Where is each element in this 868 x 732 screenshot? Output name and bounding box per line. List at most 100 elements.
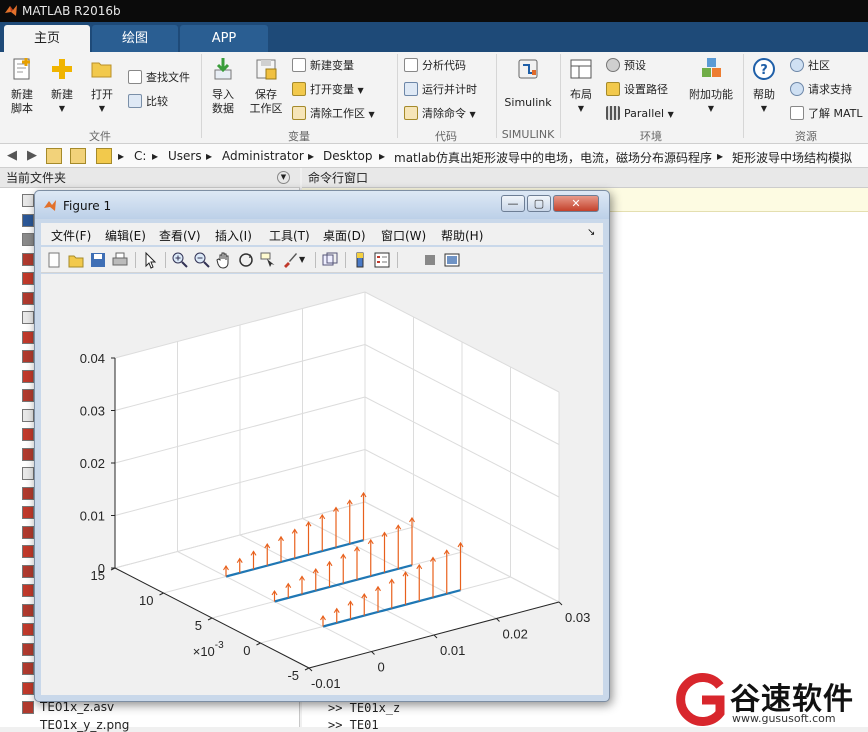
breadcrumb-current-folder[interactable]: 矩形波导中场结构模拟 (732, 149, 852, 166)
select-arrow-icon[interactable] (141, 251, 159, 269)
breadcrumb-project-folder[interactable]: matlab仿真出矩形波导中的电场，电流，磁场分布源码程序 (394, 149, 712, 166)
breadcrumb-separator: ▸ (206, 149, 213, 163)
tab-home[interactable]: 主页 (4, 25, 90, 52)
open-button[interactable]: 打开 ▼ (86, 56, 118, 116)
quiver3-plot[interactable]: -0.0100.010.020.03-505101500.010.020.030… (41, 274, 603, 695)
save-workspace-button[interactable]: 保存 工作区 (246, 56, 286, 116)
new-button[interactable]: 新建 ▼ (46, 56, 78, 116)
print-icon[interactable] (111, 251, 129, 269)
help-button[interactable]: ? 帮助 ▼ (748, 56, 780, 116)
clear-workspace-button[interactable]: 清除工作区 ▼ (292, 106, 375, 124)
y-tick-mark (159, 592, 164, 596)
dock-arrow-icon[interactable]: ↘ (587, 227, 595, 238)
parallel-button[interactable]: Parallel ▼ (606, 106, 674, 124)
up-folder-icon[interactable] (46, 148, 62, 164)
toolbar-separator (135, 252, 136, 268)
file-type-icon (22, 272, 34, 285)
forward-arrow-icon[interactable]: ▶ (24, 148, 40, 164)
panel-menu-icon[interactable]: ▼ (277, 171, 290, 184)
compare-button[interactable]: 比较 (128, 94, 168, 112)
open-file-icon[interactable] (67, 251, 85, 269)
save-figure-icon[interactable] (89, 251, 107, 269)
brush-icon[interactable] (281, 251, 299, 269)
new-figure-icon[interactable] (45, 251, 63, 269)
file-item[interactable]: TE01x_z.asv (40, 700, 114, 714)
pan-hand-icon[interactable] (215, 251, 233, 269)
figure-canvas[interactable]: -0.01 0 0.01 0.02 0.03 -5 0 5 10 15 0 0.01 0.02 0.03 0… (41, 274, 603, 695)
group-separator (397, 54, 398, 138)
zoom-in-icon[interactable] (171, 251, 189, 269)
file-type-icon (22, 545, 34, 558)
learn-matlab-button[interactable]: 了解 MATL (790, 106, 863, 124)
matlab-logo-icon (5, 5, 17, 16)
show-plot-tools-icon[interactable] (443, 251, 461, 269)
breadcrumb-users[interactable]: Users (168, 149, 202, 163)
figure-titlebar[interactable]: Figure 1 — ▢ ✕ (35, 191, 609, 219)
hide-plot-tools-icon[interactable] (421, 251, 439, 269)
z-tick-label: 0.02 (80, 456, 105, 471)
open-variable-button[interactable]: 打开变量 ▼ (292, 82, 364, 100)
close-button[interactable]: ✕ (553, 195, 599, 212)
import-label-2: 数据 (212, 102, 234, 115)
addons-button[interactable]: 附加功能 ▼ (686, 56, 736, 116)
zoom-out-icon[interactable] (193, 251, 211, 269)
data-cursor-icon[interactable] (259, 251, 277, 269)
breadcrumb-desktop[interactable]: Desktop (323, 149, 373, 163)
menu-file[interactable]: 文件(F) (51, 227, 91, 244)
import-data-button[interactable]: 导入 数据 (205, 56, 241, 116)
find-files-label: 查找文件 (146, 71, 190, 84)
analyze-code-icon (404, 58, 418, 72)
run-and-time-button[interactable]: 运行并计时 (404, 82, 477, 100)
rotate-3d-icon[interactable] (237, 251, 255, 269)
ribbon: 新建 脚本 新建 ▼ 打开 ▼ 查找文件 比较 文件 导入 数据 保存 工作区 … (0, 52, 868, 144)
file-type-icon (22, 213, 34, 227)
tab-plots[interactable]: 绘图 (92, 25, 178, 52)
layout-button[interactable]: 布局 ▼ (564, 56, 598, 116)
figure-toolbar: ▼ (41, 247, 603, 273)
request-support-button[interactable]: 请求支持 (790, 82, 852, 100)
clear-commands-button[interactable]: 清除命令 ▼ (404, 106, 476, 124)
preferences-button[interactable]: 预设 (606, 58, 646, 76)
menu-tools[interactable]: 工具(T) (269, 227, 310, 244)
link-plot-icon[interactable] (321, 251, 339, 269)
menu-view[interactable]: 查看(V) (159, 227, 201, 244)
y-tick-label: 5 (195, 618, 202, 633)
file-type-icon (22, 350, 34, 363)
file-item[interactable]: TE01x_y_z.png (40, 718, 129, 732)
new-script-button[interactable]: 新建 脚本 (4, 56, 40, 116)
file-type-icon (22, 467, 34, 480)
back-arrow-icon[interactable]: ◀ (4, 148, 20, 164)
save-label-2: 工作区 (249, 102, 283, 115)
minimize-button[interactable]: — (501, 195, 525, 212)
menu-desktop[interactable]: 桌面(D) (323, 227, 366, 244)
browse-folder-icon[interactable] (70, 148, 86, 164)
x-tick-mark (308, 667, 313, 672)
tab-apps[interactable]: APP (180, 25, 268, 52)
chevron-down-icon[interactable]: ▼ (299, 251, 309, 269)
compare-label: 比较 (146, 95, 168, 108)
menu-edit[interactable]: 编辑(E) (105, 227, 146, 244)
breadcrumb-drive[interactable]: C: (134, 149, 146, 163)
maximize-button[interactable]: ▢ (527, 195, 551, 212)
parallel-icon (606, 106, 620, 120)
menu-window[interactable]: 窗口(W) (381, 227, 426, 244)
legend-icon[interactable] (373, 251, 391, 269)
folder-open-icon (91, 62, 112, 78)
toolbar-separator (315, 252, 316, 268)
new-script-label-1: 新建 (11, 88, 33, 101)
set-path-button[interactable]: 设置路径 (606, 82, 668, 100)
analyze-code-button[interactable]: 分析代码 (404, 58, 466, 76)
community-button[interactable]: 社区 (790, 58, 830, 76)
z-tick-label: 0.03 (80, 404, 105, 419)
simulink-button[interactable]: Simulink (502, 56, 554, 110)
colorbar-icon[interactable] (351, 251, 369, 269)
new-variable-button[interactable]: 新建变量 (292, 58, 354, 76)
menu-insert[interactable]: 插入(I) (215, 227, 252, 244)
find-files-button[interactable]: 查找文件 (128, 70, 190, 88)
menu-help[interactable]: 帮助(H) (441, 227, 483, 244)
x-tick-mark (496, 618, 500, 622)
breadcrumb-administrator[interactable]: Administrator (222, 149, 304, 163)
help-label: 帮助 (753, 88, 775, 101)
file-type-icon (22, 642, 34, 656)
current-folder-header: 当前文件夹 ▼ (0, 168, 300, 188)
